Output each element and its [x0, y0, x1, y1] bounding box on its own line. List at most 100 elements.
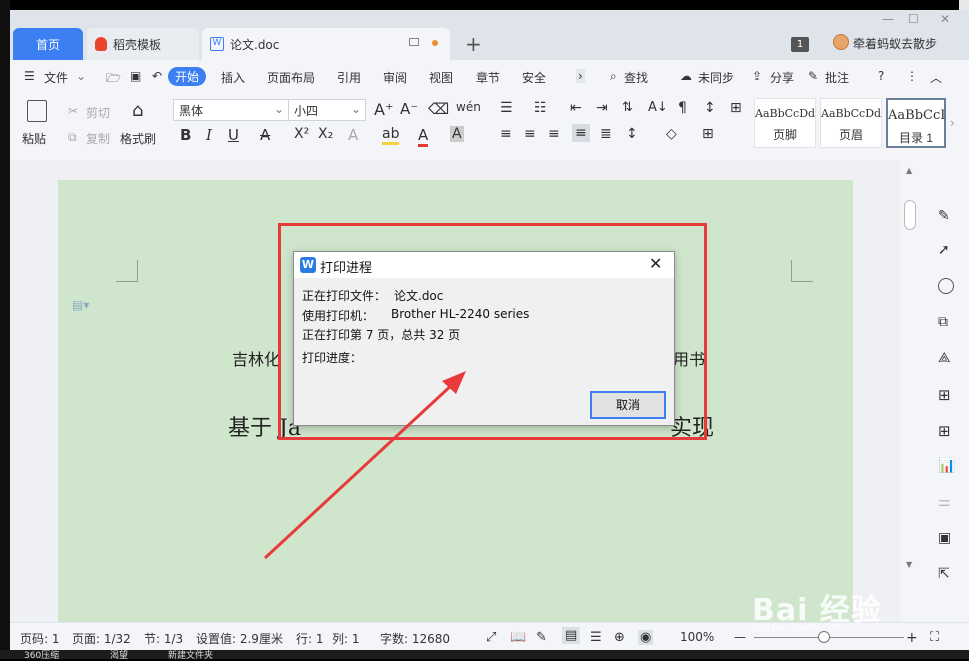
- style-footer[interactable]: AaBbCcDd 页脚: [754, 98, 816, 148]
- menu-sync[interactable]: 未同步: [698, 69, 734, 86]
- minimize-icon[interactable]: —: [882, 12, 894, 26]
- bold-icon[interactable]: B: [180, 126, 191, 144]
- menu-share[interactable]: 分享: [770, 69, 794, 86]
- layers-icon[interactable]: ⟁: [938, 350, 954, 366]
- eye-protect-icon[interactable]: ◉: [638, 630, 654, 645]
- format-painter-button[interactable]: 格式刷: [120, 130, 156, 147]
- table-icon[interactable]: ⊞: [730, 100, 742, 116]
- cancel-button[interactable]: 取消: [590, 391, 666, 419]
- image-icon[interactable]: ▣: [938, 530, 954, 546]
- close-icon[interactable]: ✕: [649, 254, 662, 273]
- underline-icon[interactable]: U: [228, 126, 239, 144]
- chevron-down-icon[interactable]: ⌄: [76, 69, 86, 83]
- apps-icon[interactable]: ⊞: [938, 422, 954, 440]
- web-view-icon[interactable]: ⊕: [614, 630, 625, 645]
- menu-search[interactable]: 查找: [624, 69, 648, 86]
- desktop-item[interactable]: 新建文件夹: [168, 648, 213, 661]
- export-icon[interactable]: ⇱: [938, 566, 954, 582]
- font-size-select[interactable]: 小四 ⌄: [288, 99, 366, 121]
- outline-view-icon[interactable]: ☰: [590, 630, 602, 645]
- avatar[interactable]: [833, 34, 849, 50]
- clear-format-icon[interactable]: ⌫: [428, 100, 449, 118]
- zoom-in-icon[interactable]: +: [906, 630, 918, 646]
- zoom-out-icon[interactable]: —: [734, 630, 746, 644]
- new-tab-button[interactable]: +: [465, 32, 482, 56]
- pen-icon[interactable]: ✎: [938, 208, 954, 224]
- italic-icon[interactable]: I: [206, 126, 212, 144]
- font-name-select[interactable]: 黑体 ⌄: [173, 99, 289, 121]
- font-color-icon[interactable]: A: [418, 126, 429, 147]
- align-center-icon[interactable]: ≡: [524, 126, 536, 142]
- zoom-level[interactable]: 100%: [680, 630, 714, 644]
- superscript-icon[interactable]: X²: [294, 126, 309, 142]
- menu-references[interactable]: 引用: [337, 69, 361, 86]
- menu-review[interactable]: 审阅: [383, 69, 407, 86]
- char-shading-icon[interactable]: A: [450, 126, 464, 142]
- increase-font-icon[interactable]: A⁺: [374, 100, 393, 119]
- badge-icon[interactable]: [938, 278, 954, 294]
- comment-icon[interactable]: ✎: [808, 69, 818, 83]
- numbered-list-icon[interactable]: ☷: [534, 100, 547, 116]
- style-header[interactable]: AaBbCcDd 页眉: [820, 98, 882, 148]
- copy-button[interactable]: 复制: [86, 130, 110, 147]
- tab-wps-templates[interactable]: 稻壳模板: [87, 28, 199, 60]
- pinyin-icon[interactable]: wén: [456, 100, 481, 114]
- open-folder-icon[interactable]: 🗁: [106, 69, 121, 90]
- scroll-down-icon[interactable]: ▼: [906, 560, 912, 569]
- cut-icon[interactable]: ✂: [68, 104, 78, 118]
- decrease-font-icon[interactable]: A⁻: [400, 100, 418, 118]
- status-word-count[interactable]: 字数: 12680: [380, 630, 450, 647]
- close-window-icon[interactable]: ✕: [940, 12, 950, 26]
- maximize-icon[interactable]: ☐: [908, 12, 919, 26]
- scroll-up-icon[interactable]: ▲: [906, 166, 912, 175]
- page-view-icon[interactable]: ▤: [562, 627, 581, 644]
- save-icon[interactable]: ▣: [130, 69, 141, 83]
- highlight-icon[interactable]: ab: [382, 126, 400, 145]
- fit-window-icon[interactable]: ⛶: [930, 630, 939, 645]
- desktop-item[interactable]: 360压缩: [24, 648, 59, 661]
- menu-file[interactable]: 文件: [44, 69, 68, 86]
- show-marks-icon[interactable]: ¶: [678, 100, 687, 116]
- decrease-indent-icon[interactable]: ⇤: [570, 100, 582, 116]
- border-icon[interactable]: ⊞: [702, 126, 714, 142]
- chart-icon[interactable]: 📊: [938, 458, 955, 474]
- align-left-icon[interactable]: ≡: [500, 126, 512, 142]
- align-right-icon[interactable]: ≡: [548, 126, 560, 142]
- scrollbar-thumb[interactable]: [904, 200, 916, 230]
- copy-icon[interactable]: ⧉: [68, 130, 77, 145]
- strikethrough-icon[interactable]: A: [260, 126, 270, 144]
- write-mode-icon[interactable]: ✎: [536, 630, 547, 645]
- text-direction-icon[interactable]: ⇅: [622, 100, 633, 115]
- sort-icon[interactable]: A↓: [648, 100, 668, 115]
- read-mode-icon[interactable]: 📖: [510, 630, 526, 645]
- menu-page-layout[interactable]: 页面布局: [267, 69, 315, 86]
- text-effect-icon[interactable]: A: [348, 126, 358, 144]
- justify-icon[interactable]: ≡: [572, 124, 590, 142]
- cut-button[interactable]: 剪切: [86, 104, 110, 121]
- more-options-icon[interactable]: ⋮: [906, 69, 918, 83]
- monitor-icon[interactable]: [409, 38, 419, 46]
- more-menu-arrow-icon[interactable]: ›: [576, 69, 585, 83]
- notification-badge[interactable]: 1: [791, 37, 809, 52]
- shapes-icon[interactable]: ⧉: [938, 314, 954, 330]
- undo-icon[interactable]: ↶: [152, 69, 162, 83]
- menu-comment[interactable]: 批注: [825, 69, 849, 86]
- vertical-scrollbar[interactable]: ▲ ▼: [900, 160, 920, 622]
- menu-security[interactable]: 安全: [522, 69, 546, 86]
- desktop-item[interactable]: 渴望: [110, 648, 128, 661]
- style-toc-1[interactable]: AaBbCcI 目录 1: [886, 98, 946, 148]
- shading-icon[interactable]: ◇: [666, 126, 677, 142]
- paragraph-layout-icon[interactable]: ▤▾: [72, 298, 89, 312]
- subscript-icon[interactable]: X₂: [318, 126, 333, 142]
- paste-button[interactable]: 粘贴: [22, 130, 46, 147]
- fullscreen-icon[interactable]: ⤢: [486, 630, 496, 645]
- tab-home[interactable]: 首页: [13, 28, 83, 60]
- menu-insert[interactable]: 插入: [221, 69, 245, 86]
- menu-chapter[interactable]: 章节: [476, 69, 500, 86]
- status-pages[interactable]: 页面: 1/32: [72, 630, 131, 647]
- settings-slider-icon[interactable]: ⚌: [938, 494, 954, 510]
- cloud-sync-icon[interactable]: ☁: [680, 69, 692, 83]
- tab-document[interactable]: W 论文.doc: [202, 28, 450, 60]
- search-icon[interactable]: ⌕: [610, 69, 617, 84]
- table-grid-icon[interactable]: ⊞: [938, 386, 954, 404]
